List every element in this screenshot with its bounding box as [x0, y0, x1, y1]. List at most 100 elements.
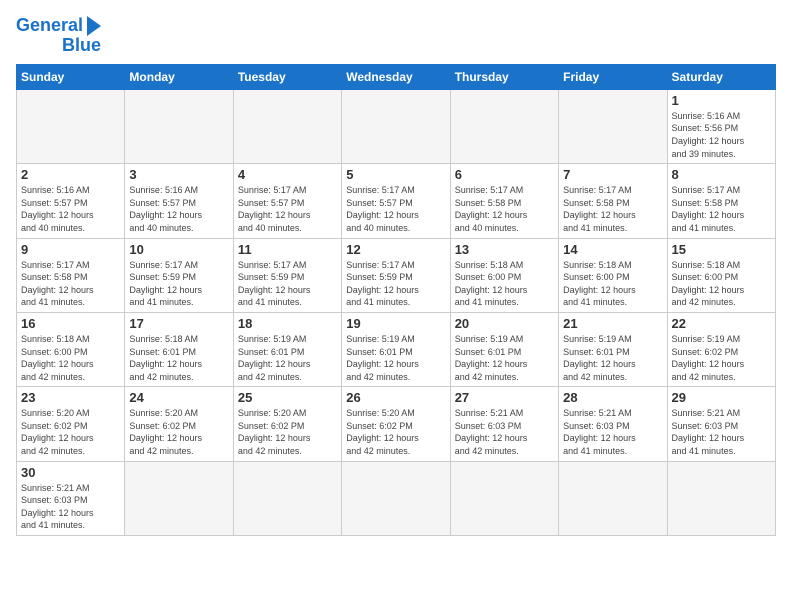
- calendar-cell: [559, 461, 667, 535]
- day-info: Sunrise: 5:17 AM Sunset: 5:58 PM Dayligh…: [672, 184, 771, 234]
- calendar-cell: [450, 461, 558, 535]
- weekday-header: Friday: [559, 64, 667, 89]
- weekday-header: Monday: [125, 64, 233, 89]
- weekday-header: Wednesday: [342, 64, 450, 89]
- day-number: 20: [455, 316, 554, 331]
- day-number: 3: [129, 167, 228, 182]
- calendar-cell: [125, 89, 233, 163]
- calendar-row: 1Sunrise: 5:16 AM Sunset: 5:56 PM Daylig…: [17, 89, 776, 163]
- calendar-cell: 15 Sunrise: 5:18 AM Sunset: 6:00 PM Dayli…: [667, 238, 775, 312]
- logo: General Blue: [16, 16, 101, 56]
- day-number: 13: [455, 242, 554, 257]
- calendar-cell: 5Sunrise: 5:17 AM Sunset: 5:57 PM Daylig…: [342, 164, 450, 238]
- day-info: Sunrise: 5:17 AM Sunset: 5:59 PM Dayligh…: [346, 259, 445, 309]
- day-number: 28: [563, 390, 662, 405]
- calendar-cell: 22Sunrise: 5:19 AM Sunset: 6:02 PM Dayli…: [667, 312, 775, 386]
- calendar-cell: 25 Sunrise: 5:20 AM Sunset: 6:02 PM Dayli…: [233, 387, 341, 461]
- day-info: Sunrise: 5:20 AM Sunset: 6:02 PM Dayligh…: [21, 407, 120, 457]
- calendar-row: 30 Sunrise: 5:21 AM Sunset: 6:03 PM Dayli…: [17, 461, 776, 535]
- calendar-table: SundayMondayTuesdayWednesdayThursdayFrid…: [16, 64, 776, 536]
- day-number: 26: [346, 390, 445, 405]
- day-number: 23: [21, 390, 120, 405]
- day-number: 29: [672, 390, 771, 405]
- calendar-cell: [233, 461, 341, 535]
- calendar-cell: 10 Sunrise: 5:17 AM Sunset: 5:59 PM Dayli…: [125, 238, 233, 312]
- calendar-cell: 14 Sunrise: 5:18 AM Sunset: 6:00 PM Dayli…: [559, 238, 667, 312]
- day-info: Sunrise: 5:19 AM Sunset: 6:01 PM Dayligh…: [238, 333, 337, 383]
- day-info: Sunrise: 5:17 AM Sunset: 5:58 PM Dayligh…: [21, 259, 120, 309]
- calendar-cell: 30 Sunrise: 5:21 AM Sunset: 6:03 PM Dayli…: [17, 461, 125, 535]
- day-number: 30: [21, 465, 120, 480]
- calendar-cell: 6Sunrise: 5:17 AM Sunset: 5:58 PM Daylig…: [450, 164, 558, 238]
- day-info: Sunrise: 5:16 AM Sunset: 5:57 PM Dayligh…: [21, 184, 120, 234]
- day-number: 2: [21, 167, 120, 182]
- calendar-cell: 26 Sunrise: 5:20 AM Sunset: 6:02 PM Dayli…: [342, 387, 450, 461]
- calendar-cell: 13 Sunrise: 5:18 AM Sunset: 6:00 PM Dayli…: [450, 238, 558, 312]
- calendar-cell: 9 Sunrise: 5:17 AM Sunset: 5:58 PM Daylig…: [17, 238, 125, 312]
- calendar-cell: [233, 89, 341, 163]
- calendar-cell: [342, 89, 450, 163]
- day-number: 17: [129, 316, 228, 331]
- day-info: Sunrise: 5:21 AM Sunset: 6:03 PM Dayligh…: [21, 482, 120, 532]
- calendar-cell: 21Sunrise: 5:19 AM Sunset: 6:01 PM Dayli…: [559, 312, 667, 386]
- day-number: 19: [346, 316, 445, 331]
- day-info: Sunrise: 5:17 AM Sunset: 5:59 PM Dayligh…: [238, 259, 337, 309]
- weekday-header: Tuesday: [233, 64, 341, 89]
- day-info: Sunrise: 5:20 AM Sunset: 6:02 PM Dayligh…: [238, 407, 337, 457]
- day-info: Sunrise: 5:21 AM Sunset: 6:03 PM Dayligh…: [672, 407, 771, 457]
- day-info: Sunrise: 5:18 AM Sunset: 6:00 PM Dayligh…: [455, 259, 554, 309]
- weekday-header: Saturday: [667, 64, 775, 89]
- day-number: 1: [672, 93, 771, 108]
- calendar-row: 2 Sunrise: 5:16 AM Sunset: 5:57 PM Daylig…: [17, 164, 776, 238]
- day-info: Sunrise: 5:17 AM Sunset: 5:59 PM Dayligh…: [129, 259, 228, 309]
- day-info: Sunrise: 5:18 AM Sunset: 6:00 PM Dayligh…: [563, 259, 662, 309]
- calendar-cell: 23 Sunrise: 5:20 AM Sunset: 6:02 PM Dayli…: [17, 387, 125, 461]
- day-number: 15: [672, 242, 771, 257]
- calendar-cell: [450, 89, 558, 163]
- calendar-cell: 19 Sunrise: 5:19 AM Sunset: 6:01 PM Dayli…: [342, 312, 450, 386]
- calendar-cell: 1Sunrise: 5:16 AM Sunset: 5:56 PM Daylig…: [667, 89, 775, 163]
- day-number: 18: [238, 316, 337, 331]
- logo-text: General: [16, 16, 83, 36]
- day-info: Sunrise: 5:18 AM Sunset: 6:00 PM Dayligh…: [672, 259, 771, 309]
- day-info: Sunrise: 5:21 AM Sunset: 6:03 PM Dayligh…: [563, 407, 662, 457]
- day-number: 7: [563, 167, 662, 182]
- day-info: Sunrise: 5:17 AM Sunset: 5:57 PM Dayligh…: [346, 184, 445, 234]
- day-info: Sunrise: 5:18 AM Sunset: 6:00 PM Dayligh…: [21, 333, 120, 383]
- calendar-cell: 28 Sunrise: 5:21 AM Sunset: 6:03 PM Dayli…: [559, 387, 667, 461]
- day-info: Sunrise: 5:21 AM Sunset: 6:03 PM Dayligh…: [455, 407, 554, 457]
- day-number: 14: [563, 242, 662, 257]
- calendar-cell: 8Sunrise: 5:17 AM Sunset: 5:58 PM Daylig…: [667, 164, 775, 238]
- day-number: 10: [129, 242, 228, 257]
- calendar-row: 9 Sunrise: 5:17 AM Sunset: 5:58 PM Daylig…: [17, 238, 776, 312]
- day-number: 16: [21, 316, 120, 331]
- calendar-cell: 7 Sunrise: 5:17 AM Sunset: 5:58 PM Daylig…: [559, 164, 667, 238]
- calendar-header-row: SundayMondayTuesdayWednesdayThursdayFrid…: [17, 64, 776, 89]
- day-info: Sunrise: 5:20 AM Sunset: 6:02 PM Dayligh…: [129, 407, 228, 457]
- calendar-cell: [125, 461, 233, 535]
- weekday-header: Sunday: [17, 64, 125, 89]
- calendar-cell: [342, 461, 450, 535]
- calendar-cell: 29 Sunrise: 5:21 AM Sunset: 6:03 PM Dayli…: [667, 387, 775, 461]
- day-number: 24: [129, 390, 228, 405]
- day-number: 25: [238, 390, 337, 405]
- calendar-cell: [667, 461, 775, 535]
- calendar-cell: 24 Sunrise: 5:20 AM Sunset: 6:02 PM Dayli…: [125, 387, 233, 461]
- day-info: Sunrise: 5:17 AM Sunset: 5:58 PM Dayligh…: [563, 184, 662, 234]
- day-info: Sunrise: 5:18 AM Sunset: 6:01 PM Dayligh…: [129, 333, 228, 383]
- calendar-cell: 18 Sunrise: 5:19 AM Sunset: 6:01 PM Dayli…: [233, 312, 341, 386]
- day-info: Sunrise: 5:20 AM Sunset: 6:02 PM Dayligh…: [346, 407, 445, 457]
- calendar-row: 16 Sunrise: 5:18 AM Sunset: 6:00 PM Dayli…: [17, 312, 776, 386]
- day-number: 21: [563, 316, 662, 331]
- calendar-cell: 27 Sunrise: 5:21 AM Sunset: 6:03 PM Dayli…: [450, 387, 558, 461]
- calendar-cell: 2 Sunrise: 5:16 AM Sunset: 5:57 PM Daylig…: [17, 164, 125, 238]
- day-number: 9: [21, 242, 120, 257]
- calendar-cell: 20Sunrise: 5:19 AM Sunset: 6:01 PM Dayli…: [450, 312, 558, 386]
- day-number: 27: [455, 390, 554, 405]
- calendar-row: 23 Sunrise: 5:20 AM Sunset: 6:02 PM Dayli…: [17, 387, 776, 461]
- day-info: Sunrise: 5:17 AM Sunset: 5:57 PM Dayligh…: [238, 184, 337, 234]
- calendar-cell: [559, 89, 667, 163]
- weekday-header: Thursday: [450, 64, 558, 89]
- day-number: 6: [455, 167, 554, 182]
- day-info: Sunrise: 5:19 AM Sunset: 6:01 PM Dayligh…: [346, 333, 445, 383]
